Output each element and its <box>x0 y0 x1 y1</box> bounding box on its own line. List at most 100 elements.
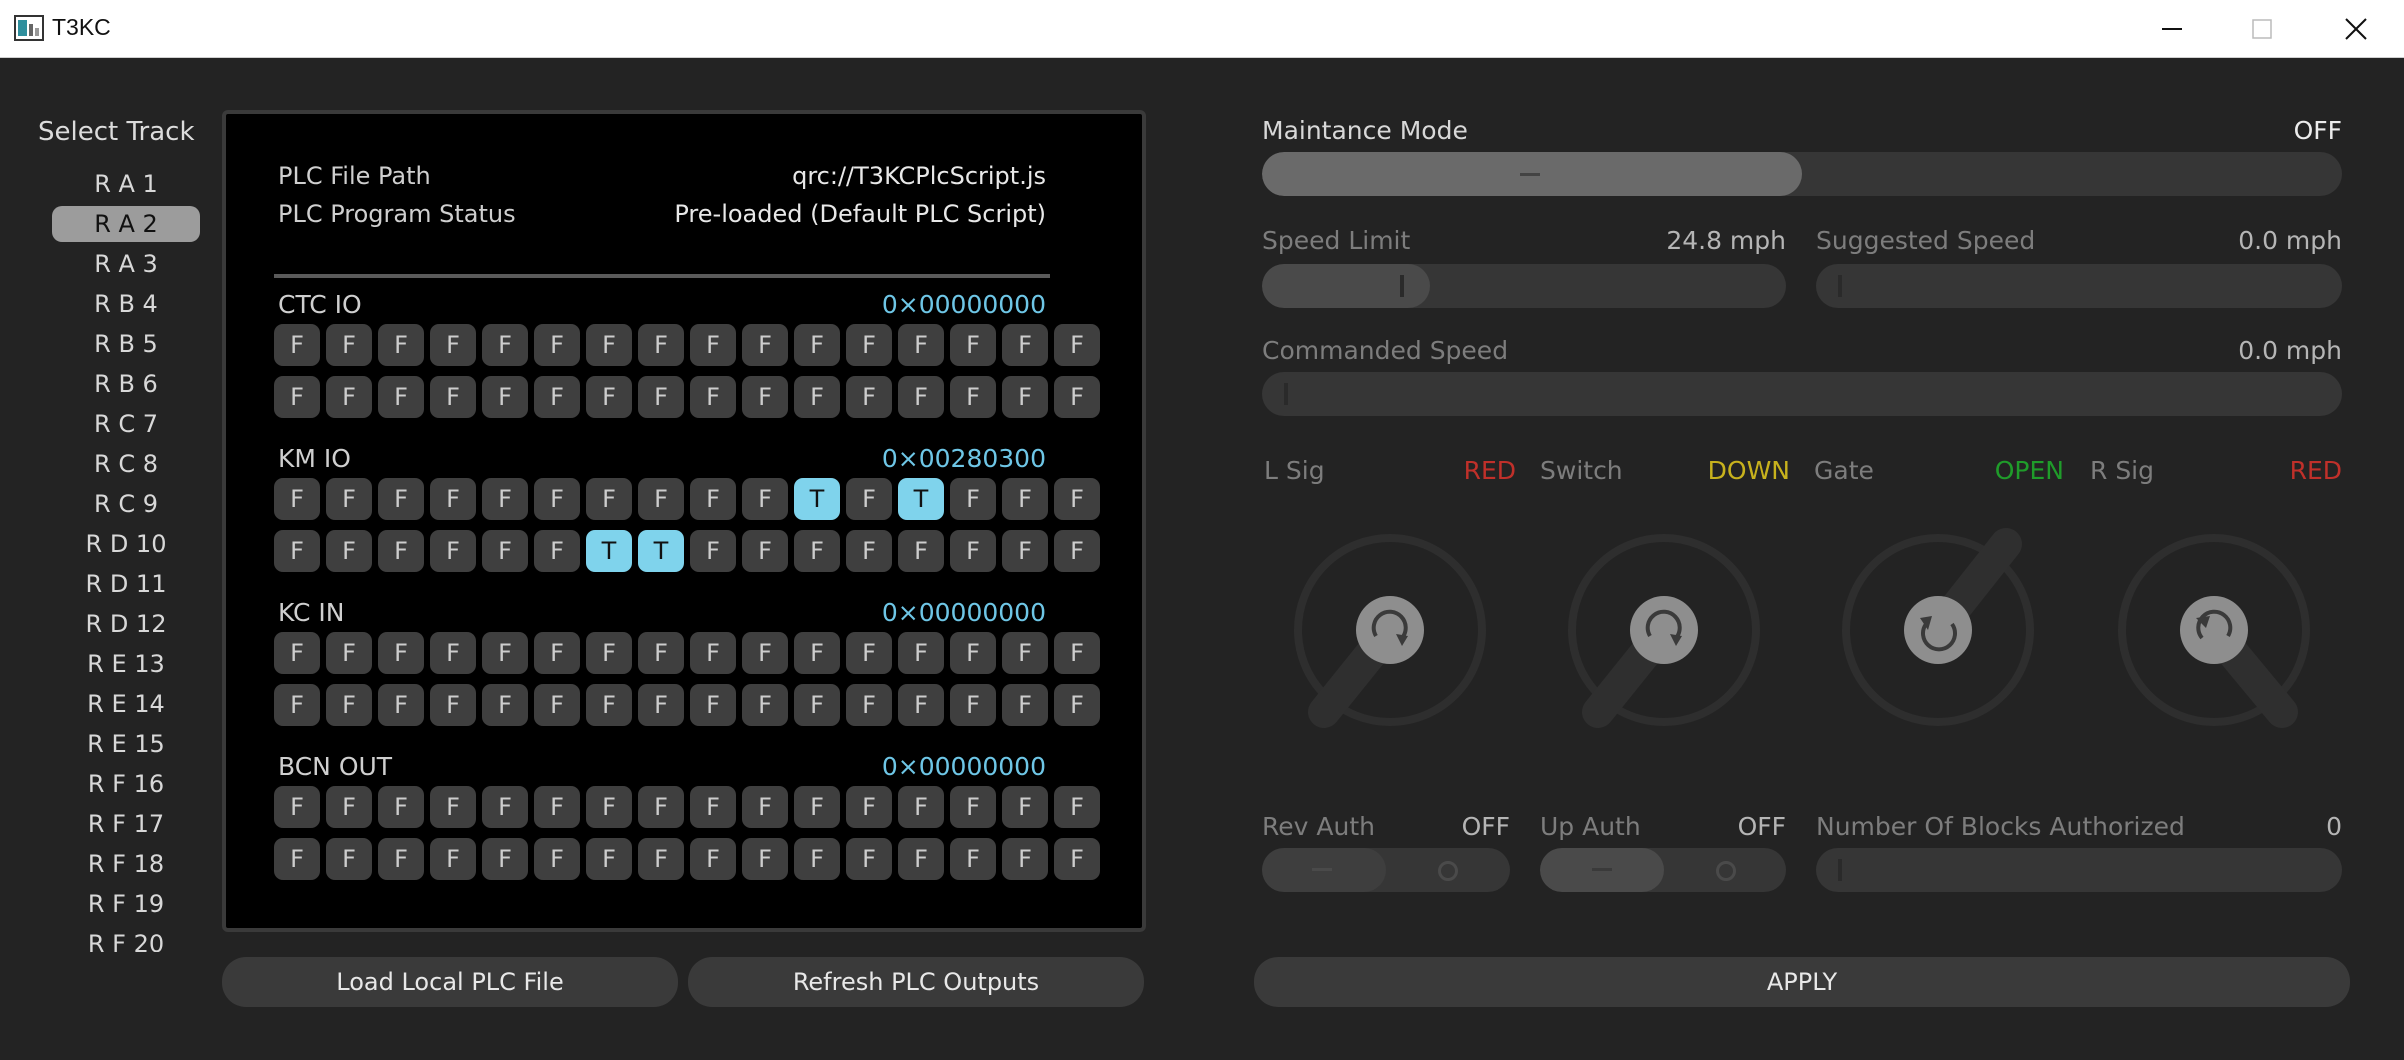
io-bit[interactable]: F <box>326 786 372 828</box>
io-bit[interactable]: F <box>482 530 528 572</box>
io-bit[interactable]: T <box>794 478 840 520</box>
io-bit[interactable]: F <box>378 684 424 726</box>
io-bit[interactable]: F <box>950 478 996 520</box>
track-list[interactable]: R A 1 R A 2 R A 3 R B 4 R B 5 R B 6 R C 7 R C 8… <box>40 166 230 952</box>
io-bit[interactable]: F <box>1054 632 1100 674</box>
track-item[interactable]: R D 11 <box>52 566 200 602</box>
io-bit[interactable]: F <box>1002 838 1048 880</box>
io-bit[interactable]: F <box>482 786 528 828</box>
track-item[interactable]: R F 20 <box>52 926 200 952</box>
io-bit[interactable]: F <box>430 838 476 880</box>
io-bit[interactable]: F <box>1002 478 1048 520</box>
io-bit[interactable]: F <box>1054 376 1100 418</box>
track-item[interactable]: R C 8 <box>52 446 200 482</box>
io-bit[interactable]: T <box>898 478 944 520</box>
io-bit[interactable]: F <box>846 838 892 880</box>
maintenance-toggle[interactable] <box>1262 152 2342 196</box>
io-bit[interactable]: F <box>794 632 840 674</box>
track-item[interactable]: R A 3 <box>52 246 200 282</box>
io-bit[interactable]: F <box>378 478 424 520</box>
io-bit[interactable]: F <box>898 376 944 418</box>
io-bit[interactable]: F <box>846 530 892 572</box>
io-bit[interactable]: F <box>690 632 736 674</box>
io-bit[interactable]: F <box>742 684 788 726</box>
io-bit[interactable]: F <box>638 838 684 880</box>
track-item[interactable]: R E 13 <box>52 646 200 682</box>
io-bit[interactable]: F <box>638 324 684 366</box>
io-bit[interactable]: F <box>1054 684 1100 726</box>
io-bit[interactable]: F <box>430 376 476 418</box>
io-bit[interactable]: F <box>482 684 528 726</box>
io-bit[interactable]: F <box>638 478 684 520</box>
io-bit[interactable]: F <box>638 684 684 726</box>
io-bit[interactable]: F <box>690 478 736 520</box>
minimize-button[interactable] <box>2126 0 2218 57</box>
io-bit[interactable]: F <box>1002 684 1048 726</box>
track-item[interactable]: R F 17 <box>52 806 200 842</box>
io-bit[interactable]: F <box>846 632 892 674</box>
io-bit[interactable]: F <box>274 684 320 726</box>
track-item[interactable]: R B 4 <box>52 286 200 322</box>
track-item[interactable]: R E 14 <box>52 686 200 722</box>
io-bit[interactable]: F <box>534 632 580 674</box>
io-bit[interactable]: F <box>326 684 372 726</box>
io-bit[interactable]: F <box>742 324 788 366</box>
io-bit[interactable]: F <box>586 786 632 828</box>
track-item[interactable]: R A 1 <box>52 166 200 202</box>
io-bit[interactable]: F <box>482 838 528 880</box>
io-bit[interactable]: F <box>430 324 476 366</box>
io-bit[interactable]: F <box>950 324 996 366</box>
io-bit[interactable]: F <box>1002 632 1048 674</box>
io-bit[interactable]: F <box>846 324 892 366</box>
io-bit[interactable]: F <box>586 838 632 880</box>
io-bit[interactable]: F <box>326 838 372 880</box>
io-bit[interactable]: F <box>638 786 684 828</box>
io-bit[interactable]: F <box>378 838 424 880</box>
io-bit[interactable]: F <box>326 324 372 366</box>
io-bit[interactable]: F <box>482 324 528 366</box>
io-bit[interactable]: F <box>794 376 840 418</box>
io-bit[interactable]: F <box>274 786 320 828</box>
io-bit[interactable]: F <box>534 838 580 880</box>
io-bit[interactable]: F <box>274 478 320 520</box>
switch-dial[interactable] <box>1568 534 1760 728</box>
io-bit[interactable]: F <box>1002 376 1048 418</box>
io-bit[interactable]: F <box>742 632 788 674</box>
io-bit[interactable]: F <box>898 632 944 674</box>
io-bit[interactable]: F <box>326 478 372 520</box>
io-bit[interactable]: F <box>1002 786 1048 828</box>
io-bit[interactable]: F <box>638 632 684 674</box>
io-bit[interactable]: F <box>690 530 736 572</box>
io-bit[interactable]: F <box>898 838 944 880</box>
io-bit[interactable]: F <box>274 376 320 418</box>
io-bit[interactable]: F <box>274 324 320 366</box>
io-bit[interactable]: F <box>690 838 736 880</box>
io-bit[interactable]: F <box>898 684 944 726</box>
io-bit[interactable]: F <box>378 530 424 572</box>
io-bit[interactable]: F <box>898 786 944 828</box>
io-bit[interactable]: F <box>482 376 528 418</box>
io-bit[interactable]: F <box>950 838 996 880</box>
track-item[interactable]: R E 15 <box>52 726 200 762</box>
io-bit[interactable]: F <box>846 376 892 418</box>
track-item[interactable]: R C 7 <box>52 406 200 442</box>
io-bit[interactable]: F <box>794 838 840 880</box>
track-item[interactable]: R F 16 <box>52 766 200 802</box>
load-plc-file-button[interactable]: Load Local PLC File <box>222 957 678 1007</box>
io-bit[interactable]: F <box>846 478 892 520</box>
io-bit[interactable]: F <box>326 632 372 674</box>
io-bit[interactable]: F <box>690 324 736 366</box>
io-bit[interactable]: F <box>690 684 736 726</box>
io-bit[interactable]: F <box>430 632 476 674</box>
track-item[interactable]: R B 6 <box>52 366 200 402</box>
io-bit[interactable]: F <box>274 530 320 572</box>
io-bit[interactable]: F <box>534 684 580 726</box>
io-bit[interactable]: F <box>326 376 372 418</box>
rev-auth-toggle[interactable] <box>1262 848 1510 892</box>
io-bit[interactable]: F <box>950 632 996 674</box>
io-bit[interactable]: F <box>742 478 788 520</box>
io-bit[interactable]: F <box>950 684 996 726</box>
io-bit[interactable]: F <box>1002 530 1048 572</box>
io-bit[interactable]: F <box>742 838 788 880</box>
track-item[interactable]: R C 9 <box>52 486 200 522</box>
